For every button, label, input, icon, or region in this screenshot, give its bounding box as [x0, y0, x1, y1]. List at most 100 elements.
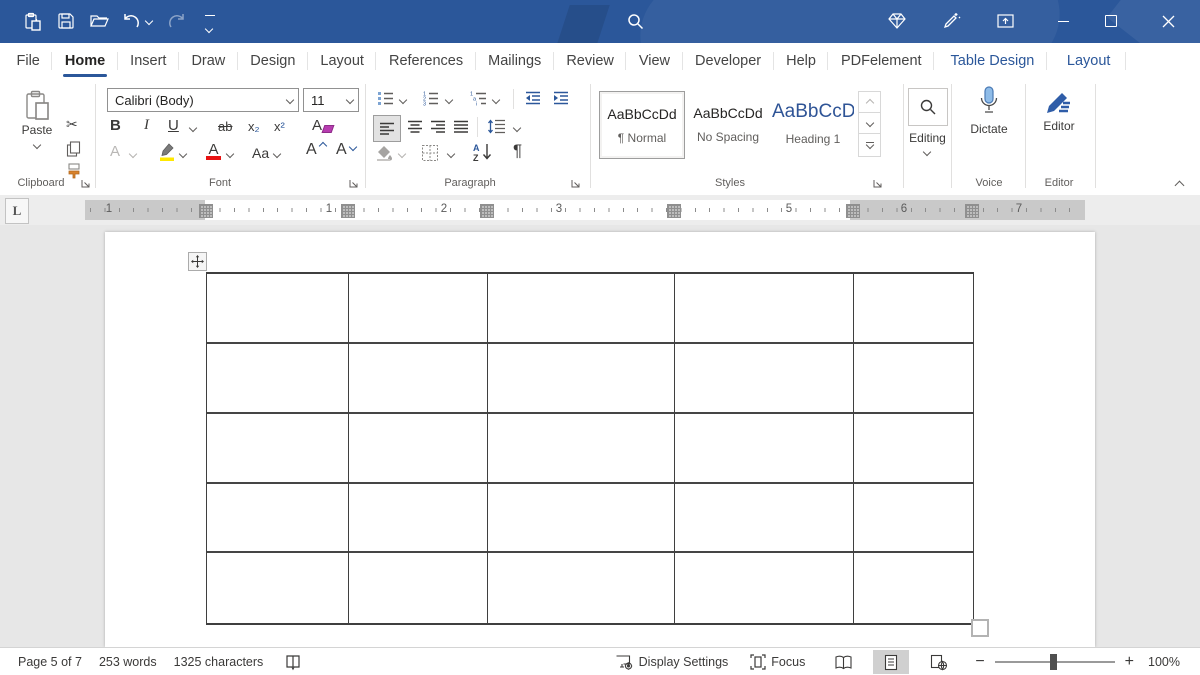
editing-button[interactable] [908, 88, 948, 126]
focus-button[interactable]: Focus [750, 654, 805, 670]
highlight-button[interactable] [158, 142, 176, 162]
document-page[interactable] [105, 232, 1095, 647]
table-cell[interactable] [207, 553, 349, 623]
cut-button[interactable]: ✂ [66, 116, 78, 133]
read-mode-button[interactable] [825, 650, 861, 674]
proofing-status[interactable] [285, 654, 301, 671]
tab-references[interactable]: References [376, 44, 476, 78]
undo-icon[interactable] [116, 6, 146, 36]
zoom-out-button[interactable]: − [975, 653, 984, 671]
line-spacing-dropdown-icon[interactable] [512, 123, 522, 133]
maximize-button[interactable] [1096, 6, 1126, 36]
table-cell[interactable] [675, 274, 854, 344]
table-cell[interactable] [675, 414, 854, 484]
gem-icon[interactable] [882, 6, 912, 36]
table-cell[interactable] [488, 344, 675, 414]
print-layout-button[interactable] [873, 650, 910, 674]
tab-layout-contextual[interactable]: Layout [1051, 44, 1127, 78]
font-size-combo[interactable]: 11 [303, 88, 359, 112]
table-column-marker[interactable] [199, 204, 213, 218]
table-column-marker[interactable] [480, 204, 494, 218]
styles-more-button[interactable] [858, 133, 881, 157]
table-cell[interactable] [854, 414, 973, 484]
save-icon[interactable] [51, 6, 81, 36]
minimize-button[interactable] [1048, 6, 1078, 36]
table-cell[interactable] [854, 274, 973, 344]
table-move-handle[interactable] [188, 252, 207, 271]
tab-table-design[interactable]: Table Design [938, 44, 1047, 78]
text-effects-dropdown-icon[interactable] [128, 149, 138, 159]
table-cell[interactable] [854, 553, 973, 623]
tab-pdfelement[interactable]: PDFelement [828, 44, 934, 78]
shading-button[interactable] [375, 145, 393, 161]
style-heading-1[interactable]: AaBbCcDd Heading 1 [772, 91, 854, 157]
tab-design[interactable]: Design [238, 44, 309, 78]
decrease-indent-button[interactable] [524, 90, 542, 106]
customize-toolbar-icon[interactable] [204, 15, 215, 37]
align-center-button[interactable] [407, 120, 423, 134]
font-dialog-launcher[interactable] [348, 178, 360, 190]
table-cell[interactable] [349, 553, 488, 623]
tab-insert[interactable]: Insert [118, 44, 180, 78]
search-icon[interactable] [620, 6, 650, 36]
style-no-spacing[interactable]: AaBbCcDd No Spacing [687, 91, 769, 157]
table-cell[interactable] [675, 484, 854, 553]
tab-draw[interactable]: Draw [179, 44, 238, 78]
table-resize-handle[interactable] [971, 619, 989, 637]
sort-button[interactable]: A Z [472, 142, 494, 162]
numbering-dropdown-icon[interactable] [444, 95, 454, 105]
paste-button[interactable]: Paste [14, 88, 60, 164]
borders-button[interactable] [421, 144, 439, 162]
zoom-slider-thumb[interactable] [1049, 654, 1057, 670]
table-cell[interactable] [675, 553, 854, 623]
tab-review[interactable]: Review [554, 44, 627, 78]
zoom-in-button[interactable]: + [1125, 653, 1134, 671]
table-cell[interactable] [854, 344, 973, 414]
align-right-button[interactable] [430, 120, 446, 134]
zoom-level[interactable]: 100% [1148, 655, 1180, 669]
tab-file[interactable]: File [4, 44, 53, 78]
table-cell[interactable] [349, 274, 488, 344]
table-cell[interactable] [854, 484, 973, 553]
paragraph-dialog-launcher[interactable] [570, 178, 582, 190]
grow-font-button[interactable]: A [306, 141, 328, 159]
tab-help[interactable]: Help [774, 44, 829, 78]
font-name-combo[interactable]: Calibri (Body) [107, 88, 299, 112]
bold-button[interactable]: B [110, 117, 121, 134]
shading-dropdown-icon[interactable] [397, 149, 407, 159]
styles-dialog-launcher[interactable] [872, 178, 884, 190]
paste-icon[interactable] [17, 6, 47, 36]
text-effects-button[interactable]: A [110, 143, 120, 160]
multilevel-dropdown-icon[interactable] [491, 95, 501, 105]
change-case-dropdown-icon[interactable] [272, 149, 282, 159]
table-cell[interactable] [349, 344, 488, 414]
subscript-button[interactable]: x₂ [248, 119, 260, 134]
italic-button[interactable]: I [144, 117, 149, 134]
font-color-dropdown-icon[interactable] [225, 149, 235, 159]
tab-home[interactable]: Home [52, 44, 118, 78]
copy-button[interactable] [66, 141, 81, 157]
table-cell[interactable] [349, 414, 488, 484]
shrink-font-button[interactable]: A [336, 141, 358, 159]
multilevel-list-button[interactable]: 1 a i [470, 90, 487, 106]
table-column-marker[interactable] [846, 204, 860, 218]
strikethrough-button[interactable]: ab [218, 119, 232, 134]
tab-layout[interactable]: Layout [308, 44, 377, 78]
borders-dropdown-icon[interactable] [446, 149, 456, 159]
table-column-marker[interactable] [667, 204, 681, 218]
table-cell[interactable] [488, 484, 675, 553]
tab-mailings[interactable]: Mailings [476, 44, 555, 78]
increase-indent-button[interactable] [552, 90, 570, 106]
change-case-button[interactable]: Aa [252, 145, 269, 161]
table-cell[interactable] [349, 484, 488, 553]
table-cell[interactable] [488, 414, 675, 484]
table-cell[interactable] [675, 344, 854, 414]
web-layout-button[interactable] [921, 650, 957, 674]
justify-button[interactable] [453, 120, 469, 134]
table-cell[interactable] [207, 484, 349, 553]
align-left-button[interactable] [373, 115, 401, 142]
table-cell[interactable] [488, 553, 675, 623]
word-count[interactable]: 253 words [99, 655, 157, 669]
clipboard-dialog-launcher[interactable] [80, 178, 92, 190]
dictate-button[interactable]: Dictate [962, 85, 1016, 136]
